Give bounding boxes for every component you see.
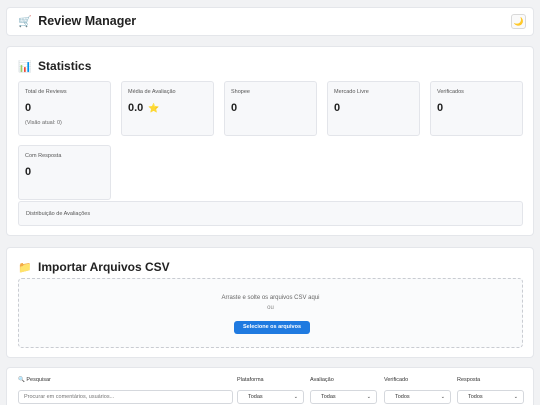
import-card: 📁 Importar Arquivos CSV Arraste e solte … <box>6 247 534 358</box>
stat-value-wrap: 0.0 ⭐ <box>128 102 160 114</box>
stat-with-response: Com Resposta 0 <box>18 145 111 200</box>
verified-select-value: Todos <box>395 394 410 400</box>
rating-label: Avaliação <box>310 377 334 383</box>
rating-distribution: Distribuição de Avaliações <box>18 201 523 226</box>
import-title: 📁 Importar Arquivos CSV <box>18 260 170 274</box>
stat-label: Com Resposta <box>25 153 62 159</box>
stat-shopee: Shopee 0 <box>224 81 317 136</box>
import-title-text: Importar Arquivos CSV <box>38 260 170 274</box>
select-files-button[interactable]: Selecione os arquivos <box>234 321 310 334</box>
platform-select[interactable]: Todas ⌄ <box>237 390 304 404</box>
response-label: Resposta <box>457 377 481 383</box>
cart-icon: 🛒 <box>18 16 32 28</box>
rating-distribution-label: Distribuição de Avaliações <box>26 211 91 217</box>
search-label: 🔍 Pesquisar <box>18 377 51 383</box>
chevron-down-icon: ⌄ <box>440 394 445 400</box>
statistics-title: 📊 Statistics <box>18 59 91 73</box>
chart-icon: 📊 <box>18 61 32 73</box>
rating-select-value: Todas <box>321 394 336 400</box>
stat-sub: (Visão atual: 0) <box>25 120 62 126</box>
verified-label: Verificado <box>384 377 409 383</box>
search-label-text: Pesquisar <box>26 377 51 383</box>
response-select-value: Todos <box>468 394 483 400</box>
dropzone-message: Arraste e solte os arquivos CSV aqui <box>221 295 320 301</box>
stat-value: 0 <box>437 102 444 114</box>
stat-total-reviews: Total de Reviews 0 (Visão atual: 0) <box>18 81 111 136</box>
verified-select[interactable]: Todos ⌄ <box>384 390 451 404</box>
stat-value: 0.0 <box>128 102 144 114</box>
platform-label: Plataforma <box>237 377 264 383</box>
stat-value: 0 <box>25 102 32 114</box>
rating-select[interactable]: Todas ⌄ <box>310 390 377 404</box>
stat-label: Verificados <box>437 89 464 95</box>
stat-value: 0 <box>25 166 32 178</box>
app-header: 🛒 Review Manager 🌙 <box>6 7 534 36</box>
folder-icon: 📁 <box>18 262 32 274</box>
stat-value: 0 <box>334 102 341 114</box>
stat-verified: Verificados 0 <box>430 81 523 136</box>
theme-toggle-button[interactable]: 🌙 <box>511 14 526 29</box>
chevron-down-icon: ⌄ <box>366 394 371 400</box>
stat-label: Shopee <box>231 89 250 95</box>
app-title: 🛒 Review Manager <box>18 14 136 28</box>
dropzone-or: ou <box>267 305 274 311</box>
statistics-title-text: Statistics <box>38 59 92 73</box>
search-input[interactable] <box>18 390 233 404</box>
stat-label: Mercado Livre <box>334 89 369 95</box>
stat-label: Média de Avaliação <box>128 89 176 95</box>
platform-select-value: Todas <box>248 394 263 400</box>
moon-icon: 🌙 <box>513 17 524 26</box>
star-icon: ⭐ <box>148 103 160 113</box>
stat-mercado-livre: Mercado Livre 0 <box>327 81 420 136</box>
csv-dropzone[interactable]: Arraste e solte os arquivos CSV aqui ou … <box>18 278 523 348</box>
stat-average-rating: Média de Avaliação 0.0 ⭐ <box>121 81 214 136</box>
stat-label: Total de Reviews <box>25 89 67 95</box>
filters-card: 🔍 Pesquisar Plataforma Todas ⌄ Avaliação… <box>6 367 534 405</box>
statistics-card: 📊 Statistics Total de Reviews 0 (Visão a… <box>6 46 534 236</box>
chevron-down-icon: ⌄ <box>293 394 298 400</box>
response-select[interactable]: Todos ⌄ <box>457 390 524 404</box>
stat-value: 0 <box>231 102 238 114</box>
chevron-down-icon: ⌄ <box>513 394 518 400</box>
app-title-text: Review Manager <box>38 14 137 28</box>
search-icon: 🔍 <box>18 377 25 383</box>
